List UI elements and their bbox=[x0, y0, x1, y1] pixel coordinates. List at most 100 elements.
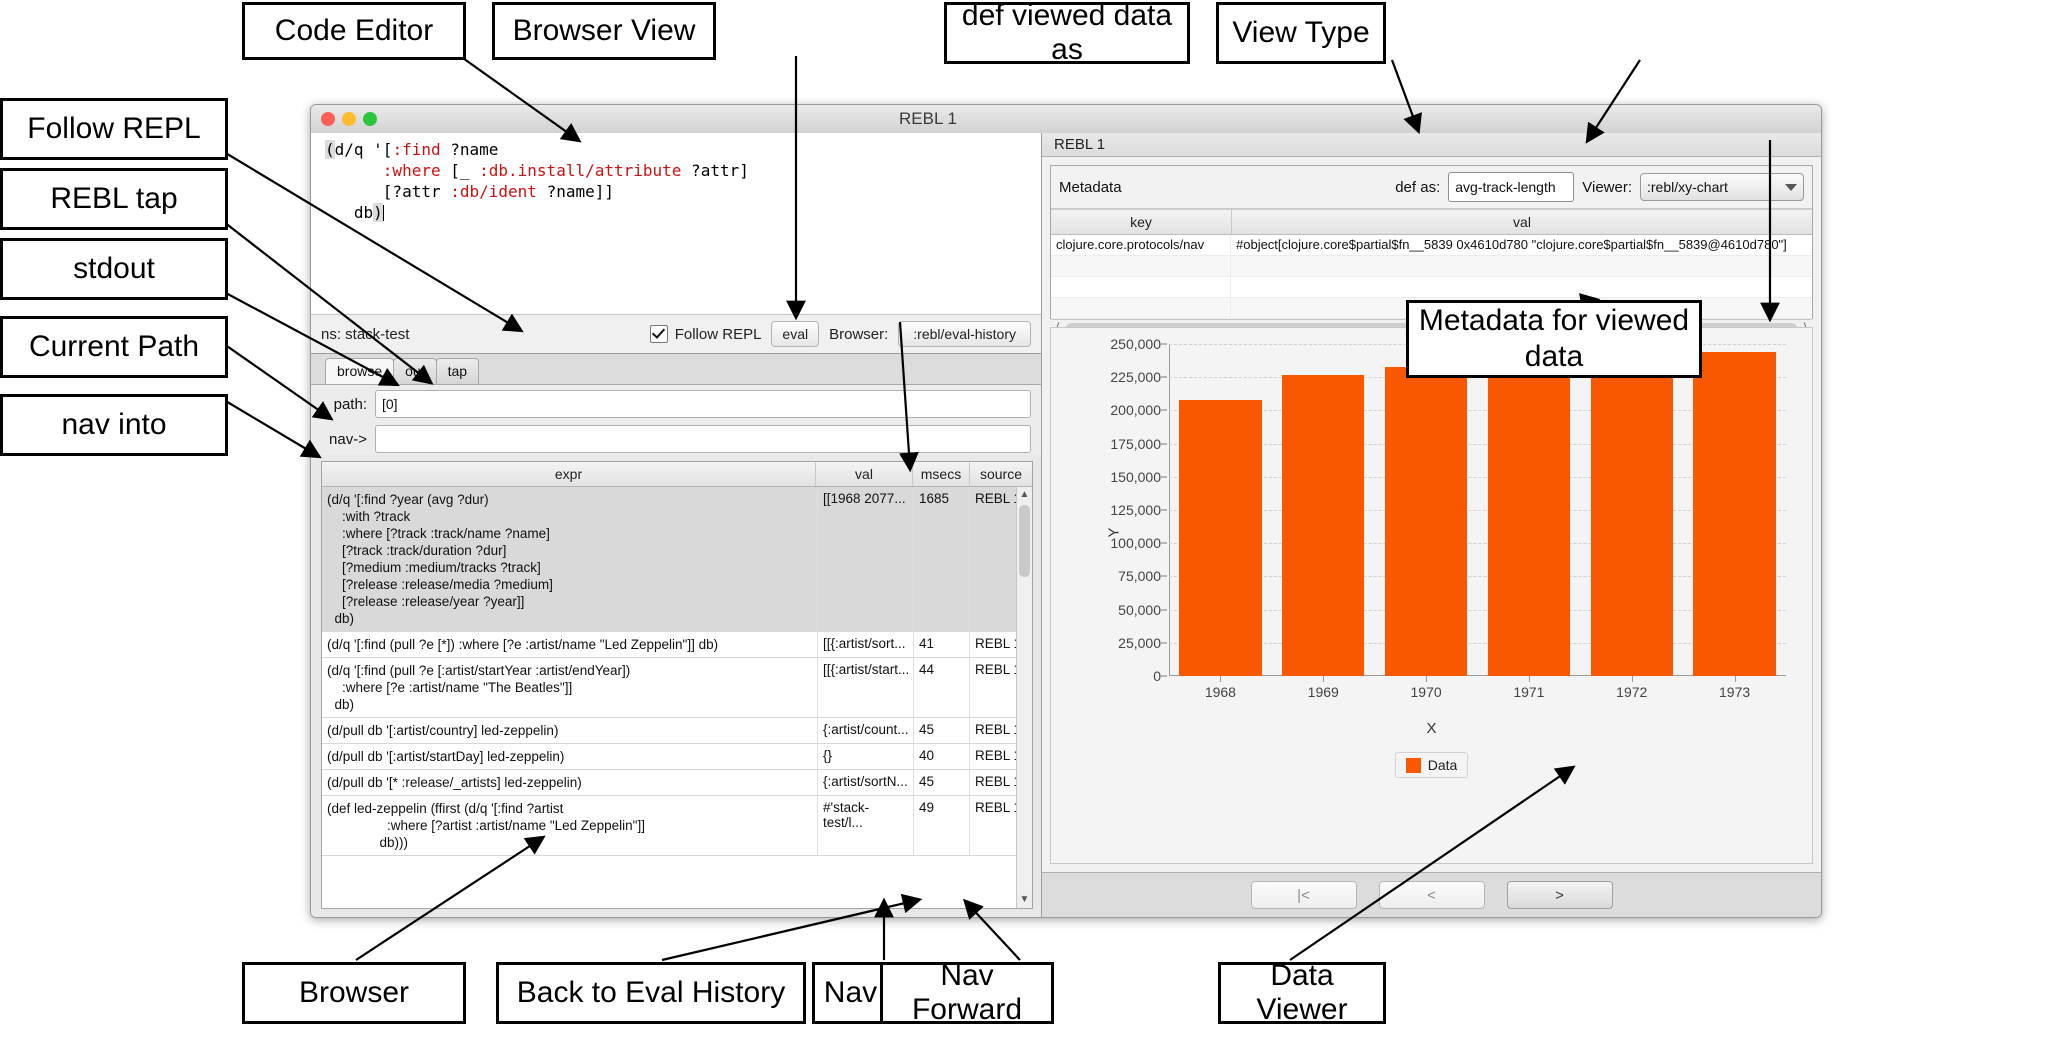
tab-browse[interactable]: browse bbox=[325, 358, 395, 384]
viewer-type-dropdown[interactable]: :rebl/xy-chart bbox=[1640, 173, 1804, 201]
annotation-rebl-tap: REBL tap bbox=[0, 168, 228, 230]
metadata-cell-val bbox=[1231, 256, 1812, 276]
cell-expr: (d/pull db '[:artist/country] led-zeppel… bbox=[322, 718, 818, 743]
cell-expr: (d/q '[:find (pull ?e [*]) :where [?e :a… bbox=[322, 632, 818, 657]
nav-row: nav-> bbox=[311, 420, 1041, 455]
column-header-expr[interactable]: expr bbox=[322, 462, 816, 486]
legend-label: Data bbox=[1427, 757, 1458, 773]
cell-val: [[1968 2077... bbox=[818, 487, 914, 631]
annotation-code-editor: Code Editor bbox=[242, 2, 466, 60]
scrollbar-thumb[interactable] bbox=[1019, 505, 1030, 577]
cell-msecs: 49 bbox=[914, 796, 970, 855]
chart-plot-area: 0 25,000 50,000 75,000 100,000 125,000 150,000… bbox=[1110, 336, 1786, 700]
cell-msecs: 1685 bbox=[914, 487, 970, 631]
chart-y-tick bbox=[1161, 675, 1167, 677]
table-row[interactable]: (d/pull db '[:artist/startDay] led-zeppe… bbox=[322, 744, 1032, 770]
metadata-row[interactable]: clojure.core.protocols/nav #object[clojur… bbox=[1051, 235, 1812, 256]
nav-forward-button[interactable]: > bbox=[1506, 881, 1613, 909]
table-row[interactable]: (d/q '[:find (pull ?e [*]) :where [?e :a… bbox=[322, 632, 1032, 658]
chart-y-tick-label: 0 bbox=[1153, 668, 1161, 684]
history-vertical-scrollbar[interactable]: ▲ ▼ bbox=[1016, 487, 1032, 908]
scroll-up-icon[interactable]: ▲ bbox=[1017, 487, 1032, 503]
chart-legend: Data bbox=[1051, 752, 1812, 778]
chart-y-tick-label: 250,000 bbox=[1110, 336, 1161, 352]
chart-y-tick-label: 75,000 bbox=[1118, 568, 1161, 585]
cell-val: {} bbox=[818, 744, 914, 769]
browser-select-value[interactable]: :rebl/eval-history bbox=[898, 321, 1031, 347]
def-as-input[interactable]: avg-track-length bbox=[1448, 172, 1575, 202]
chart-x-tick-label: 1968 bbox=[1204, 684, 1236, 700]
column-header-source[interactable]: source bbox=[970, 462, 1032, 486]
table-row[interactable]: (def led-zeppelin (ffirst (d/q '[:find ?… bbox=[322, 796, 1032, 856]
minimize-window-button[interactable] bbox=[342, 112, 356, 126]
navigation-bar: |< < > bbox=[1042, 872, 1821, 917]
code-editor[interactable]: (d/q '[:find ?name :where [_ :db.install… bbox=[311, 133, 1041, 314]
eval-history-body[interactable]: (d/q '[:find ?year (avg ?dur) :with ?tra… bbox=[322, 487, 1032, 908]
table-row[interactable]: (d/pull db '[* :release/_artists] led-ze… bbox=[322, 770, 1032, 796]
table-row[interactable]: (d/q '[:find (pull ?e [:artist/startYear… bbox=[322, 658, 1032, 718]
chart-x-tick-label: 1971 bbox=[1513, 684, 1545, 700]
zoom-window-button[interactable] bbox=[363, 112, 377, 126]
metadata-row[interactable] bbox=[1051, 256, 1812, 277]
metadata-row[interactable] bbox=[1051, 277, 1812, 298]
metadata-cell-key bbox=[1051, 256, 1231, 276]
nav-back-button[interactable]: < bbox=[1378, 881, 1485, 909]
tab-tap[interactable]: tap bbox=[435, 358, 480, 384]
cell-val: {:artist/sortN... bbox=[818, 770, 914, 795]
cell-expr: (d/pull db '[* :release/_artists] led-ze… bbox=[322, 770, 818, 795]
eval-history-header: expr val msecs source bbox=[322, 462, 1032, 487]
chart-y-tick-label: 125,000 bbox=[1110, 502, 1161, 518]
viewer-type-label: Viewer: bbox=[1582, 178, 1632, 196]
tab-out[interactable]: out bbox=[393, 358, 437, 384]
chart-y-tick bbox=[1161, 575, 1167, 577]
window-titlebar: REBL 1 bbox=[311, 105, 1821, 134]
chart-x-tick-label: 1969 bbox=[1307, 684, 1339, 700]
chart-bar bbox=[1487, 350, 1571, 676]
path-row: path: [0] bbox=[311, 385, 1041, 420]
back-to-eval-history-button[interactable]: |< bbox=[1250, 881, 1357, 909]
eval-button[interactable]: eval bbox=[771, 321, 820, 347]
editor-toolbar: ns: stack-test Follow REPL eval Browser:… bbox=[311, 314, 1041, 353]
meta-column-key[interactable]: key bbox=[1051, 210, 1232, 234]
legend-swatch-icon bbox=[1405, 757, 1421, 773]
chart-x-tick bbox=[1220, 676, 1222, 682]
column-header-msecs[interactable]: msecs bbox=[913, 462, 970, 486]
cell-val: #'stack-test/l... bbox=[818, 796, 914, 855]
annotation-browser: Browser bbox=[242, 962, 466, 1024]
chart-bar bbox=[1693, 351, 1776, 676]
chart-bar bbox=[1384, 366, 1468, 676]
chart-x-tick bbox=[1631, 676, 1633, 682]
annotation-stdout: stdout bbox=[0, 238, 228, 300]
path-label: path: bbox=[333, 395, 367, 413]
follow-repl-checkbox[interactable]: Follow REPL bbox=[649, 325, 762, 343]
annotation-metadata-for-viewed-data: Metadata for viewed data bbox=[1406, 300, 1702, 378]
follow-repl-label: Follow REPL bbox=[674, 325, 762, 343]
column-header-val[interactable]: val bbox=[816, 462, 913, 486]
chart-y-tick bbox=[1161, 542, 1167, 544]
close-window-button[interactable] bbox=[321, 112, 335, 126]
chart-y-tick-label: 25,000 bbox=[1118, 634, 1161, 651]
chart-y-tick bbox=[1161, 609, 1167, 611]
window-traffic-lights[interactable] bbox=[321, 112, 377, 126]
def-as-label: def as: bbox=[1395, 178, 1441, 196]
chart-y-tick bbox=[1161, 509, 1167, 511]
metadata-label: Metadata bbox=[1059, 178, 1122, 196]
chart-x-axis-title: X bbox=[1426, 720, 1437, 737]
cell-expr: (d/pull db '[:artist/startDay] led-zeppe… bbox=[322, 744, 818, 769]
annotation-nav-into: nav into bbox=[0, 394, 228, 456]
chart-y-tick-label: 225,000 bbox=[1110, 369, 1161, 386]
cell-expr: (d/q '[:find (pull ?e [:artist/startYear… bbox=[322, 658, 818, 717]
chart-x-tick bbox=[1734, 676, 1736, 682]
table-row[interactable]: (d/q '[:find ?year (avg ?dur) :with ?tra… bbox=[322, 487, 1032, 632]
cell-msecs: 45 bbox=[914, 770, 970, 795]
cell-msecs: 45 bbox=[914, 718, 970, 743]
meta-column-val[interactable]: val bbox=[1232, 210, 1812, 234]
metadata-cell-val bbox=[1231, 277, 1812, 297]
path-input[interactable]: [0] bbox=[375, 390, 1031, 418]
chart-y-tick-label: 150,000 bbox=[1110, 468, 1161, 485]
table-row[interactable]: (d/pull db '[:artist/country] led-zeppel… bbox=[322, 718, 1032, 744]
nav-input[interactable] bbox=[375, 425, 1031, 453]
scroll-down-icon[interactable]: ▼ bbox=[1017, 892, 1032, 908]
chart-x-tick bbox=[1426, 676, 1428, 682]
chart-bar bbox=[1282, 374, 1365, 676]
